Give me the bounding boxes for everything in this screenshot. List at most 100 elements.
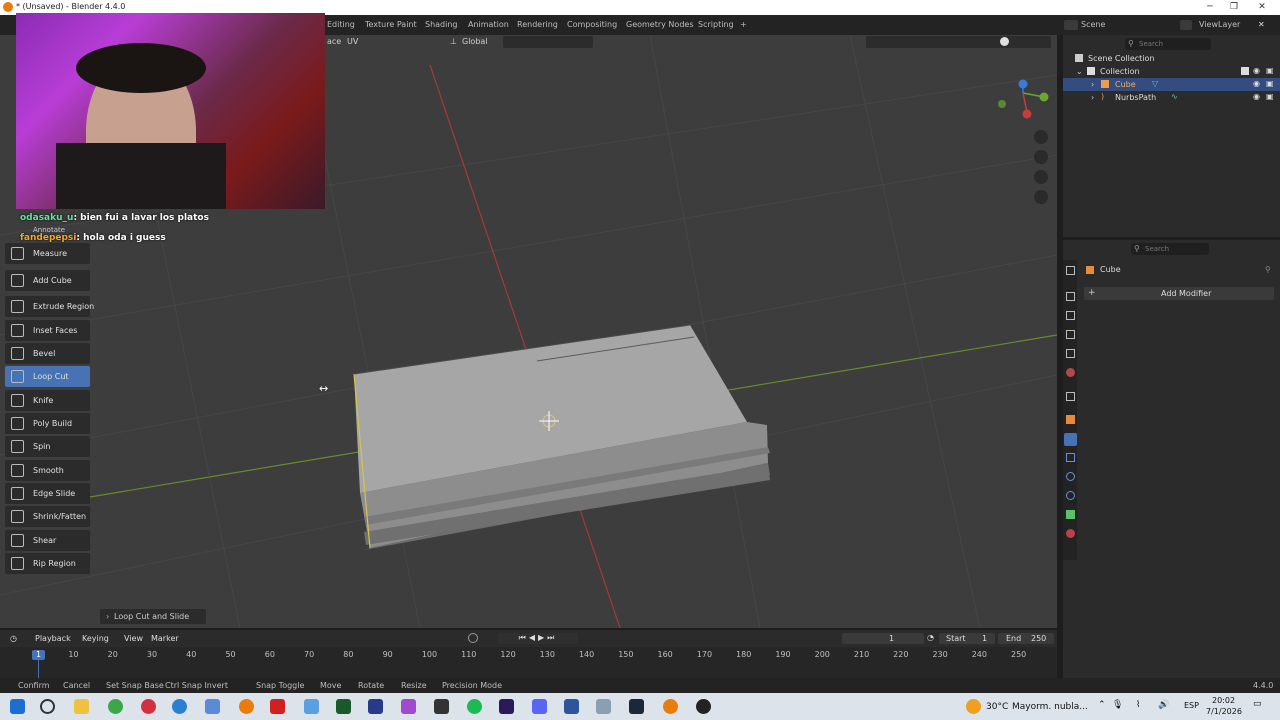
pin-icon[interactable]: ⚲ [1265,265,1271,274]
microphone-icon[interactable]: 🎙 [1112,700,1123,710]
viewport-shading-group[interactable] [866,36,1051,48]
tool-add-cube[interactable]: Add Cube [5,270,90,291]
tab-rendering[interactable]: Rendering [517,20,558,29]
pt-app-icon[interactable] [336,699,351,714]
eye-icon[interactable]: ◉ [1253,79,1260,88]
clock-icon[interactable]: ◔ [927,633,934,642]
tool-rip-region[interactable]: Rip Region [5,553,90,574]
tool-extrude-region[interactable]: Extrude Region [5,296,94,317]
clock-time[interactable]: 20:02 [1212,696,1235,705]
view-layer-tab-icon[interactable] [1066,330,1075,339]
pan-hand-icon[interactable] [1034,150,1048,164]
transform-orientation-select[interactable]: Global [462,37,488,46]
scene-icon[interactable] [1064,20,1078,30]
render-tab-icon[interactable] [1066,292,1075,301]
playback-menu[interactable]: Playback [35,634,71,643]
tab-compositing[interactable]: Compositing [567,20,617,29]
tool-smooth[interactable]: Smooth [5,460,90,481]
annotate-label[interactable]: Annotate [33,226,65,234]
world-tab-icon[interactable] [1066,368,1075,377]
current-frame-field[interactable]: 1 [842,633,924,644]
photos-icon[interactable] [304,699,319,714]
discord-icon[interactable] [532,699,547,714]
tool-edge-slide[interactable]: Edge Slide [5,483,90,504]
maximize-button[interactable]: ❐ [1222,1,1246,13]
unity-icon[interactable] [434,699,449,714]
perspective-grid-icon[interactable] [1034,190,1048,204]
particles-tab-icon[interactable] [1066,453,1075,462]
tab-animation[interactable]: Animation [468,20,509,29]
camera-icon[interactable]: ▣ [1266,66,1274,75]
recorder-icon[interactable] [270,699,285,714]
blender-icon[interactable] [239,699,254,714]
chrome-icon[interactable] [108,699,123,714]
volume-icon[interactable]: 🔊 [1158,700,1169,710]
tool-measure[interactable]: Measure [5,243,90,264]
physics-tab-icon[interactable] [1066,472,1075,481]
keying-menu[interactable]: Keying [82,634,109,643]
object-tab-icon[interactable] [1066,415,1075,424]
app-icon[interactable] [205,699,220,714]
record-icon[interactable] [468,633,478,643]
spotify-icon[interactable] [467,699,482,714]
start-frame-field[interactable]: Start 1 [939,633,995,644]
scene-name[interactable]: Scene [1081,20,1105,29]
file-explorer-icon[interactable] [74,699,89,714]
add-modifier-button[interactable]: + Add Modifier [1084,287,1274,300]
playback-controls[interactable]: ⏮◀▶⏭ [498,633,578,644]
tool-shrink-fatten[interactable]: Shrink/Fatten [5,506,90,527]
outliner-row-nurbspath[interactable]: › ) NurbsPath ∿ ◉ ▣ [1063,91,1280,104]
outliner-row-collection[interactable]: ⌄ Collection ◉ ▣ [1063,65,1280,78]
visual-studio-icon[interactable] [368,699,383,714]
view-layer-name[interactable]: ViewLayer [1199,20,1240,29]
app3-icon[interactable] [596,699,611,714]
opera-icon[interactable] [141,699,156,714]
solid-shading-icon[interactable] [1000,37,1009,46]
editor-type-icon[interactable]: ◷ [10,634,17,643]
tab-scripting[interactable]: Scripting [698,20,734,29]
camera-icon[interactable]: ▣ [1266,92,1274,101]
end-frame-field[interactable]: End 250 [998,633,1054,644]
tab-shading[interactable]: Shading [425,20,458,29]
checkbox-icon[interactable] [1241,67,1249,75]
camera-icon[interactable]: ▣ [1266,79,1274,88]
tab-editing[interactable]: Editing [327,20,355,29]
wifi-icon[interactable]: ⌇ [1136,700,1140,710]
collection-tab-icon[interactable] [1066,392,1075,401]
app2-icon[interactable] [401,699,416,714]
clock-date[interactable]: 7/1/2026 [1206,707,1242,716]
word-icon[interactable] [564,699,579,714]
edge-icon[interactable] [172,699,187,714]
tab-texture-paint[interactable]: Texture Paint [365,20,417,29]
snap-settings-group[interactable] [503,36,593,48]
camera-view-icon[interactable] [1034,170,1048,184]
scene-tab-icon[interactable] [1066,349,1075,358]
add-workspace-button[interactable]: + [740,20,747,29]
tab-geometry-nodes[interactable]: Geometry Nodes [626,20,693,29]
after-effects-icon[interactable] [499,699,514,714]
playhead[interactable]: 1 [32,650,45,660]
search-icon[interactable] [40,699,55,714]
view-menu[interactable]: View [124,634,143,643]
blender-active-icon[interactable] [663,699,678,714]
last-operator-panel[interactable]: › Loop Cut and Slide [100,609,206,624]
outliner-row-scene-collection[interactable]: Scene Collection [1063,52,1280,65]
outliner-search-input[interactable]: ⚲ Search [1125,38,1211,50]
tool-bevel[interactable]: Bevel [5,343,90,364]
tool-inset-faces[interactable]: Inset Faces [5,320,90,341]
face-menu[interactable]: ace [327,37,341,46]
tool-tab-icon[interactable] [1066,266,1075,275]
properties-search-input[interactable]: ⚲ Search [1131,243,1209,255]
steam-icon[interactable] [629,699,644,714]
notifications-icon[interactable]: ▭ [1253,699,1262,709]
zoom-icon[interactable] [1034,130,1048,144]
language-indicator[interactable]: ESP [1184,701,1199,710]
chevron-up-icon[interactable]: ⌃ [1098,700,1106,710]
windows-start-icon[interactable] [10,699,25,714]
weather-icon[interactable] [966,699,981,714]
outliner-row-cube[interactable]: › Cube ▽ ◉ ▣ [1063,78,1280,91]
material-tab-icon[interactable] [1066,529,1075,538]
close-button[interactable]: ✕ [1250,1,1274,13]
minimize-button[interactable]: ─ [1198,1,1222,13]
timeline-track[interactable]: 10 20 30 40 50 60 70 80 90 100 110 120 130 140 150 160 1… [0,647,1057,678]
